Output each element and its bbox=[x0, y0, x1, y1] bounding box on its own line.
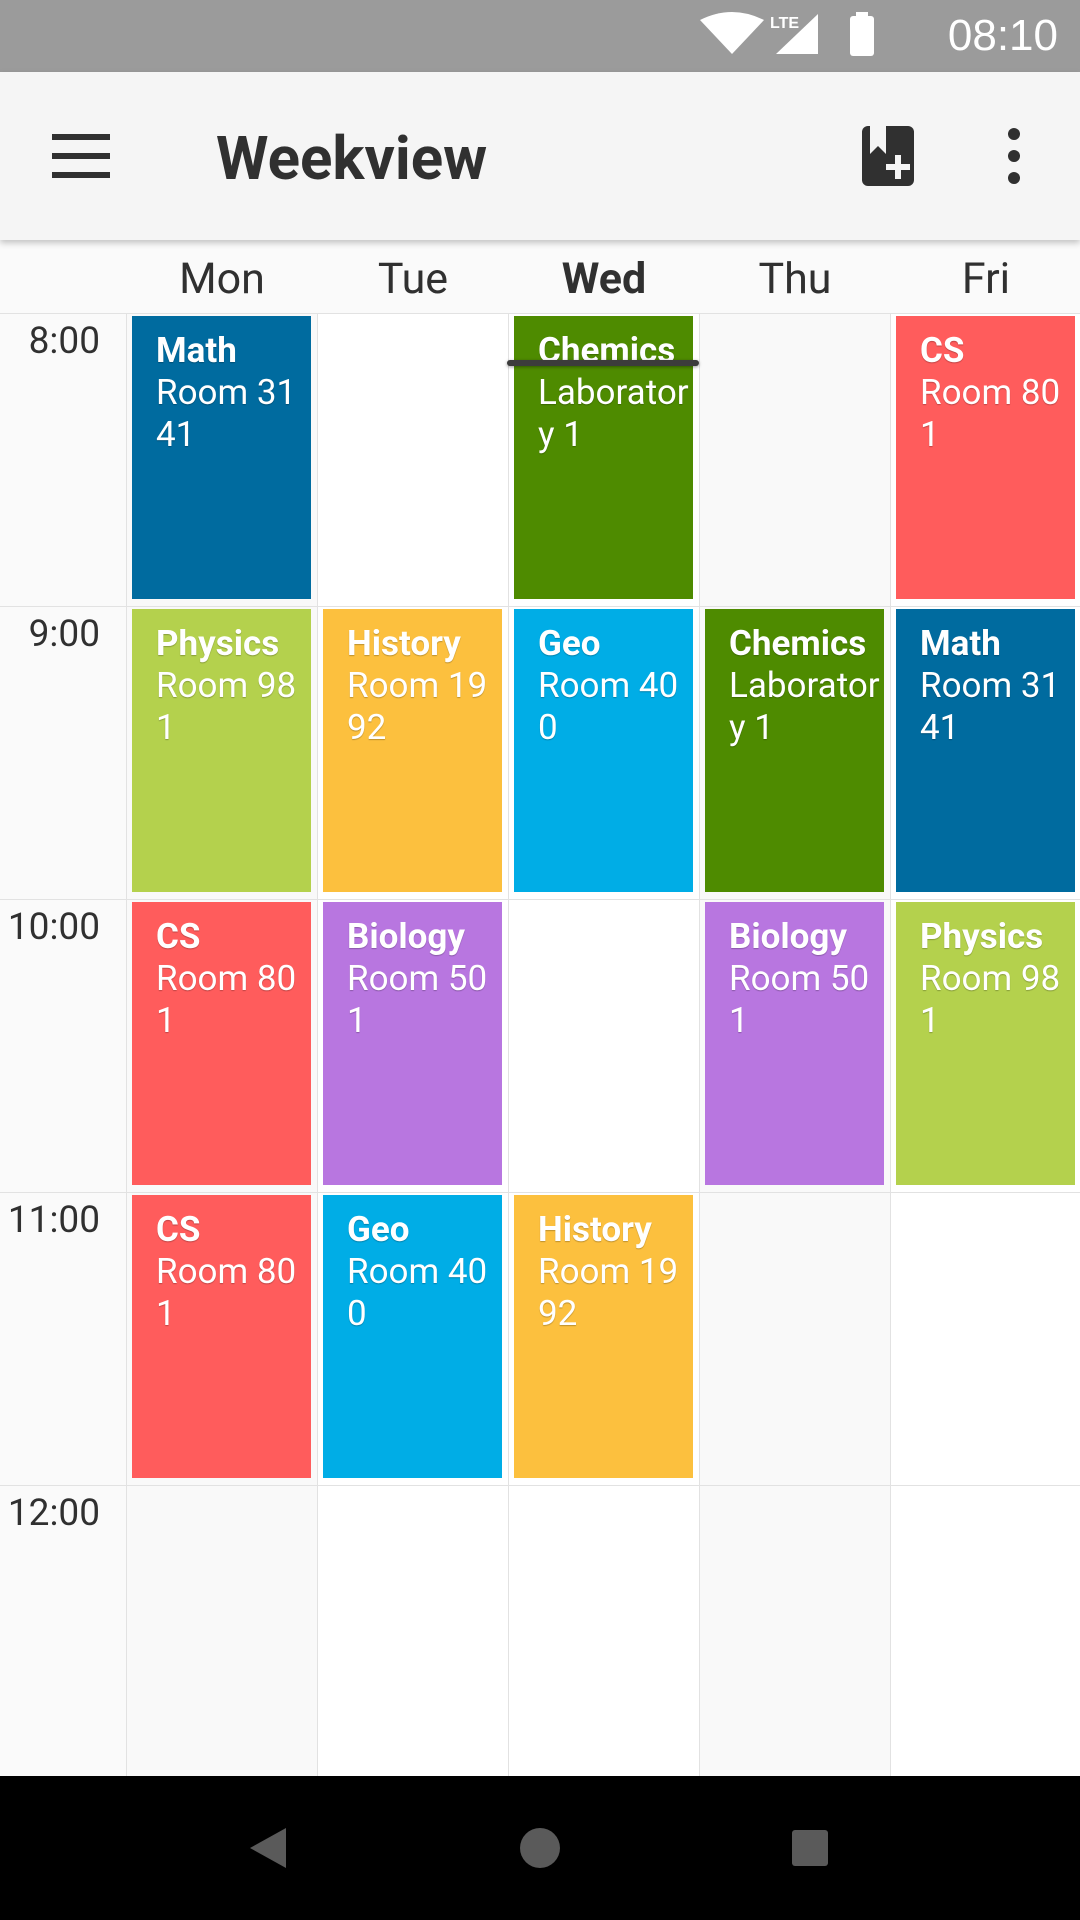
lesson-room: Room 1992 bbox=[538, 1251, 679, 1334]
lesson-room: Laboratory 1 bbox=[729, 665, 880, 748]
battery-icon bbox=[850, 16, 874, 56]
grid-divider bbox=[0, 313, 1080, 314]
lesson-subject: Biology bbox=[347, 916, 465, 957]
lesson-room: Room 801 bbox=[156, 958, 297, 1041]
back-triangle-icon[interactable] bbox=[236, 1816, 300, 1880]
time-label: 9:00 bbox=[28, 613, 100, 656]
lesson-block[interactable]: History Room 1992 bbox=[323, 609, 502, 892]
grid-divider bbox=[126, 314, 127, 1776]
lesson-room: Laboratory 1 bbox=[538, 372, 689, 455]
lesson-subject: CS bbox=[156, 916, 201, 957]
day-header-fri: Fri bbox=[961, 254, 1011, 304]
time-label: 11:00 bbox=[7, 1199, 100, 1242]
lesson-room: Room 801 bbox=[156, 1251, 297, 1334]
lesson-block[interactable]: Physics Room 981 bbox=[896, 902, 1075, 1185]
lesson-subject: Physics bbox=[156, 623, 280, 664]
lte-label: LTE bbox=[770, 15, 799, 32]
lesson-room: Room 501 bbox=[347, 958, 488, 1041]
time-label: 8:00 bbox=[28, 320, 100, 363]
lesson-room: Room 981 bbox=[920, 958, 1061, 1041]
grid-divider bbox=[890, 314, 891, 1776]
day-header-thu: Thu bbox=[758, 254, 832, 304]
home-circle-icon[interactable] bbox=[508, 1816, 572, 1880]
lesson-room: Room 1992 bbox=[347, 665, 488, 748]
more-vertical-icon[interactable] bbox=[990, 124, 1038, 188]
hamburger-menu-icon[interactable] bbox=[52, 128, 112, 184]
lesson-subject: Biology bbox=[729, 916, 847, 957]
lesson-room: Room 3141 bbox=[156, 372, 297, 455]
lesson-block[interactable]: Biology Room 501 bbox=[705, 902, 884, 1185]
lesson-block[interactable]: Geo Room 400 bbox=[514, 609, 693, 892]
lesson-subject: Math bbox=[156, 330, 237, 371]
lesson-room: Room 501 bbox=[729, 958, 870, 1041]
day-header-wed: Wed bbox=[561, 254, 647, 304]
lesson-subject: History bbox=[538, 1209, 652, 1250]
grid-divider bbox=[0, 1485, 1080, 1486]
lesson-subject: Geo bbox=[347, 1209, 410, 1250]
lesson-subject: Geo bbox=[538, 623, 601, 664]
lesson-subject: Physics bbox=[920, 916, 1044, 957]
status-bar: LTE 08:10 bbox=[0, 0, 1080, 72]
grid-divider bbox=[0, 606, 1080, 607]
status-time: 08:10 bbox=[947, 11, 1058, 60]
grid-divider bbox=[699, 314, 700, 1776]
lesson-room: Room 981 bbox=[156, 665, 297, 748]
lesson-room: Room 400 bbox=[538, 665, 679, 748]
time-label: 12:00 bbox=[7, 1492, 100, 1535]
grid-divider bbox=[0, 899, 1080, 900]
status-icons: LTE bbox=[700, 12, 874, 56]
day-header-mon: Mon bbox=[179, 254, 265, 304]
lesson-subject: CS bbox=[156, 1209, 201, 1250]
lesson-room: Room 400 bbox=[347, 1251, 488, 1334]
recents-square-icon[interactable] bbox=[778, 1816, 842, 1880]
app-bar: Weekview bbox=[0, 72, 1080, 240]
lesson-room: Room 801 bbox=[920, 372, 1061, 455]
lesson-block[interactable]: Geo Room 400 bbox=[323, 1195, 502, 1478]
lesson-block[interactable]: CS Room 801 bbox=[132, 1195, 311, 1478]
lesson-block[interactable]: History Room 1992 bbox=[514, 1195, 693, 1478]
lesson-block[interactable]: Math Room 3141 bbox=[896, 609, 1075, 892]
lesson-block[interactable]: Biology Room 501 bbox=[323, 902, 502, 1185]
lesson-block[interactable]: Chemics Laboratory 1 bbox=[705, 609, 884, 892]
lesson-block[interactable]: CS Room 801 bbox=[896, 316, 1075, 599]
lesson-block[interactable]: Math Room 3141 bbox=[132, 316, 311, 599]
grid-divider bbox=[508, 314, 509, 1776]
grid-divider bbox=[0, 1192, 1080, 1193]
navigation-bar bbox=[0, 1776, 1080, 1920]
lesson-subject: CS bbox=[920, 330, 965, 371]
lesson-subject: Math bbox=[920, 623, 1001, 664]
lesson-subject: Chemics bbox=[729, 623, 867, 664]
add-bookmark-icon[interactable] bbox=[860, 124, 916, 188]
lesson-block[interactable]: Chemics Laboratory 1 bbox=[514, 316, 693, 599]
lesson-subject: History bbox=[347, 623, 461, 664]
week-grid: Mon Tue Wed Thu Fri 8:00 9:00 10:00 11:00 12:00 Ma… bbox=[0, 240, 1080, 1779]
lesson-room: Room 3141 bbox=[920, 665, 1061, 748]
time-label: 10:00 bbox=[7, 906, 100, 949]
page-title: Weekview bbox=[216, 123, 488, 194]
day-header-tue: Tue bbox=[377, 254, 449, 304]
lesson-block[interactable]: Physics Room 981 bbox=[132, 609, 311, 892]
wifi-icon bbox=[700, 12, 764, 54]
lesson-block[interactable]: CS Room 801 bbox=[132, 902, 311, 1185]
current-time-indicator bbox=[507, 359, 699, 366]
grid-divider bbox=[317, 314, 318, 1776]
